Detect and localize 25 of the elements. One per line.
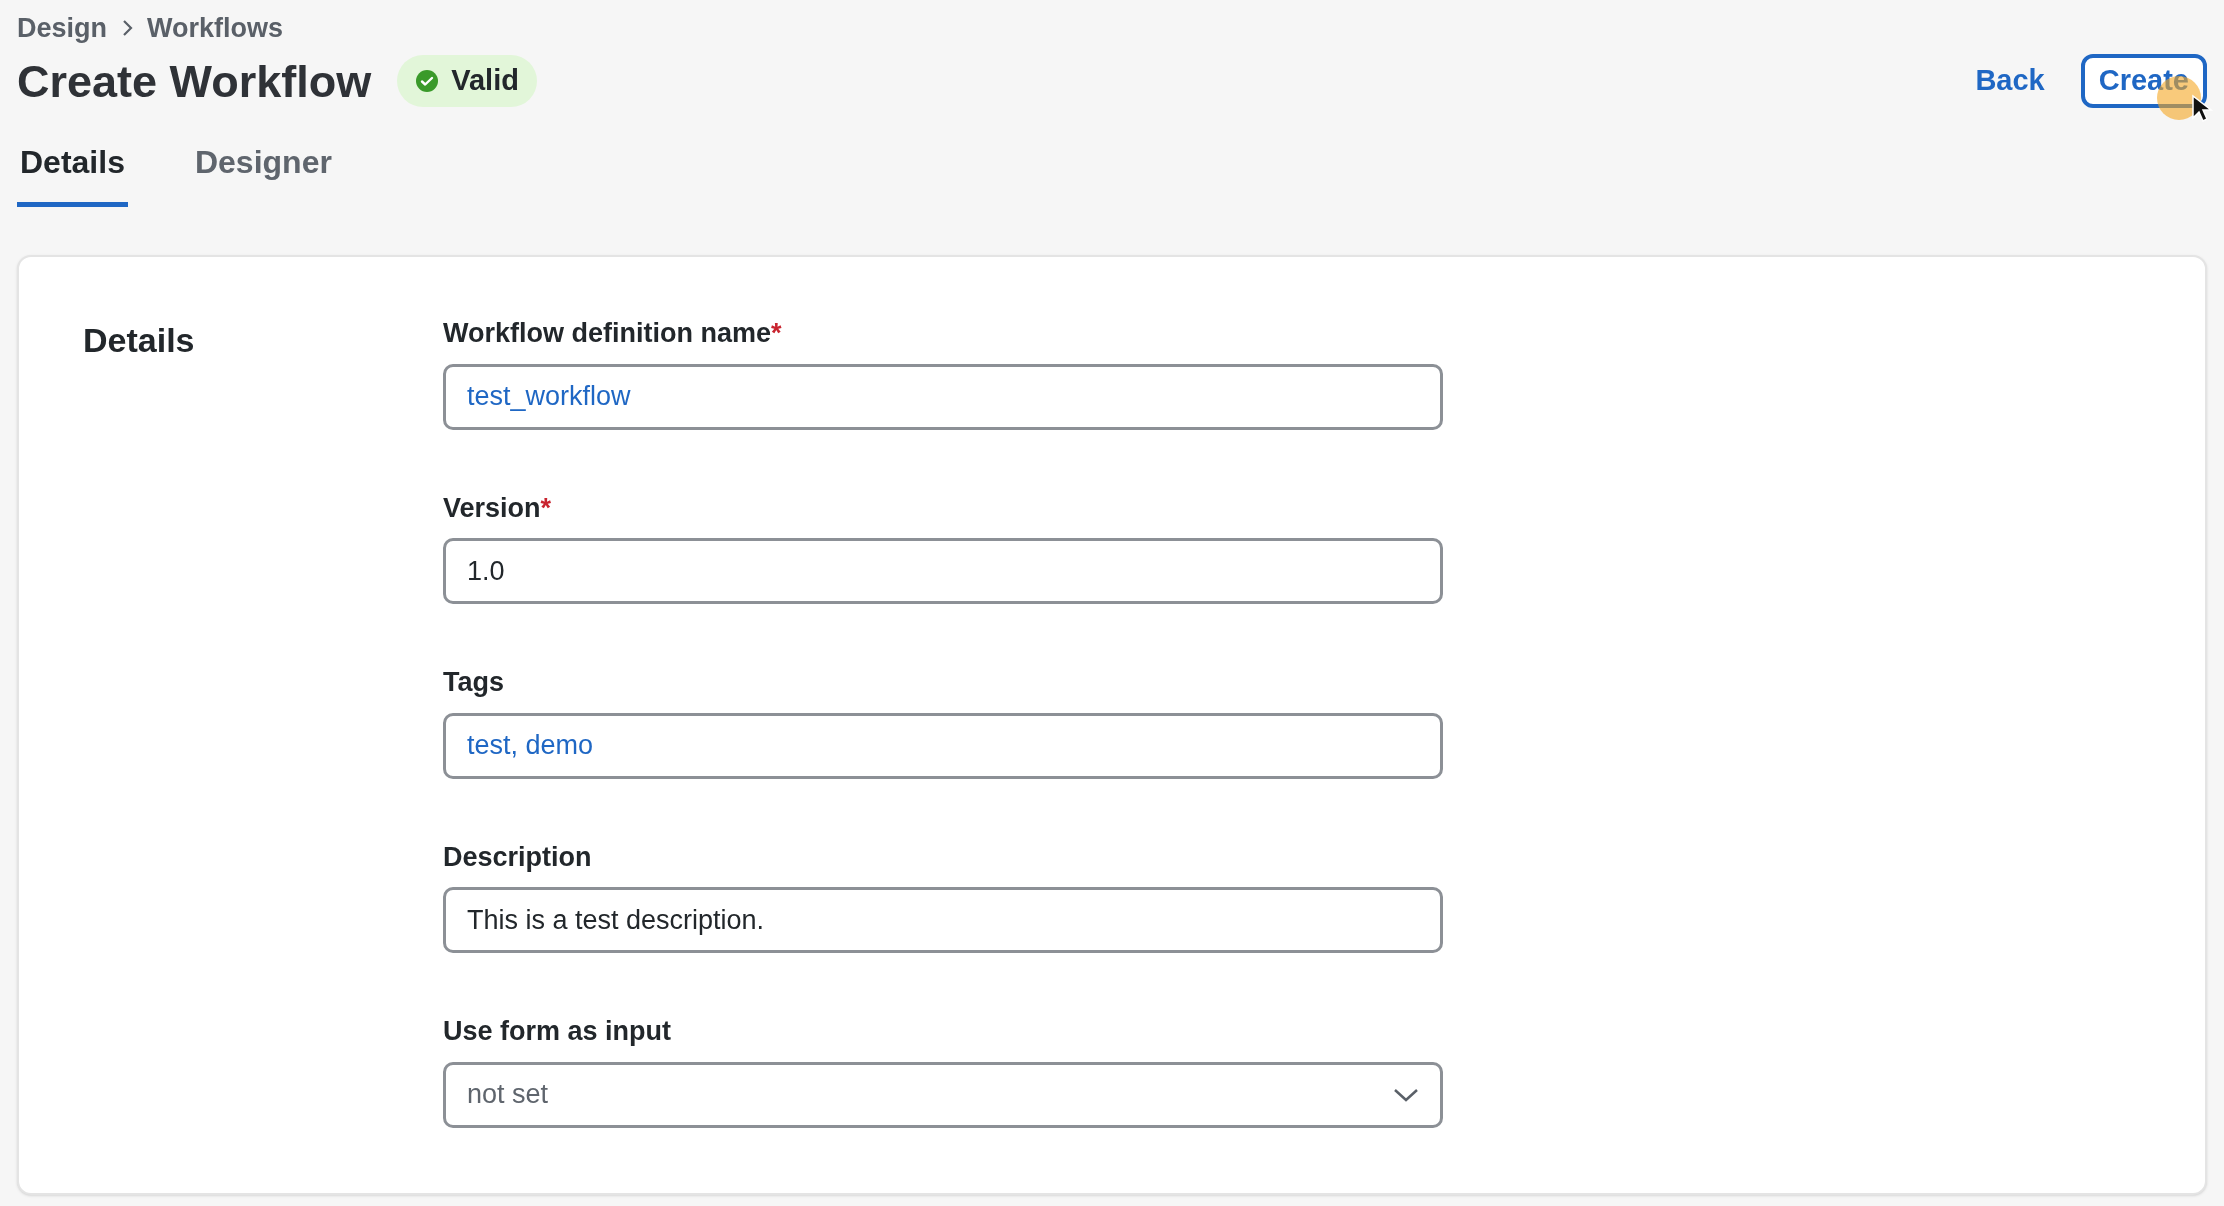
breadcrumb-link[interactable]: Workflows bbox=[147, 7, 284, 49]
text-field[interactable]: test_workflow bbox=[443, 363, 1443, 430]
section-heading: Details bbox=[82, 323, 196, 361]
valid-badge: Valid bbox=[397, 55, 537, 107]
chevron-down-icon bbox=[1393, 1086, 1419, 1103]
tab[interactable]: Details bbox=[17, 138, 128, 207]
check-circle-icon bbox=[415, 69, 440, 93]
field-label: Workflow definition name bbox=[443, 317, 771, 350]
chevron-right-icon bbox=[121, 18, 134, 38]
field-label: Description bbox=[443, 840, 592, 874]
text-field[interactable]: 1.0 bbox=[443, 538, 1443, 604]
field-label: Use form as input bbox=[443, 1015, 672, 1048]
field-label: Tags bbox=[443, 666, 504, 699]
select-dropdown[interactable]: not set bbox=[443, 1061, 1443, 1128]
field-label: Version bbox=[443, 491, 541, 525]
back-button[interactable]: Back bbox=[1965, 54, 2055, 108]
required-marker: * bbox=[540, 491, 552, 525]
required-marker: * bbox=[771, 317, 782, 350]
create-button[interactable]: Create bbox=[2080, 54, 2207, 108]
text-field[interactable]: test, demo bbox=[443, 712, 1443, 779]
breadcrumb-link[interactable]: Design bbox=[17, 7, 108, 49]
mouse-cursor-icon bbox=[2191, 94, 2213, 124]
page-title: Create Workflow bbox=[17, 58, 372, 104]
text-field[interactable]: This is a test description. bbox=[443, 887, 1443, 953]
tab[interactable]: Designer bbox=[191, 138, 335, 207]
